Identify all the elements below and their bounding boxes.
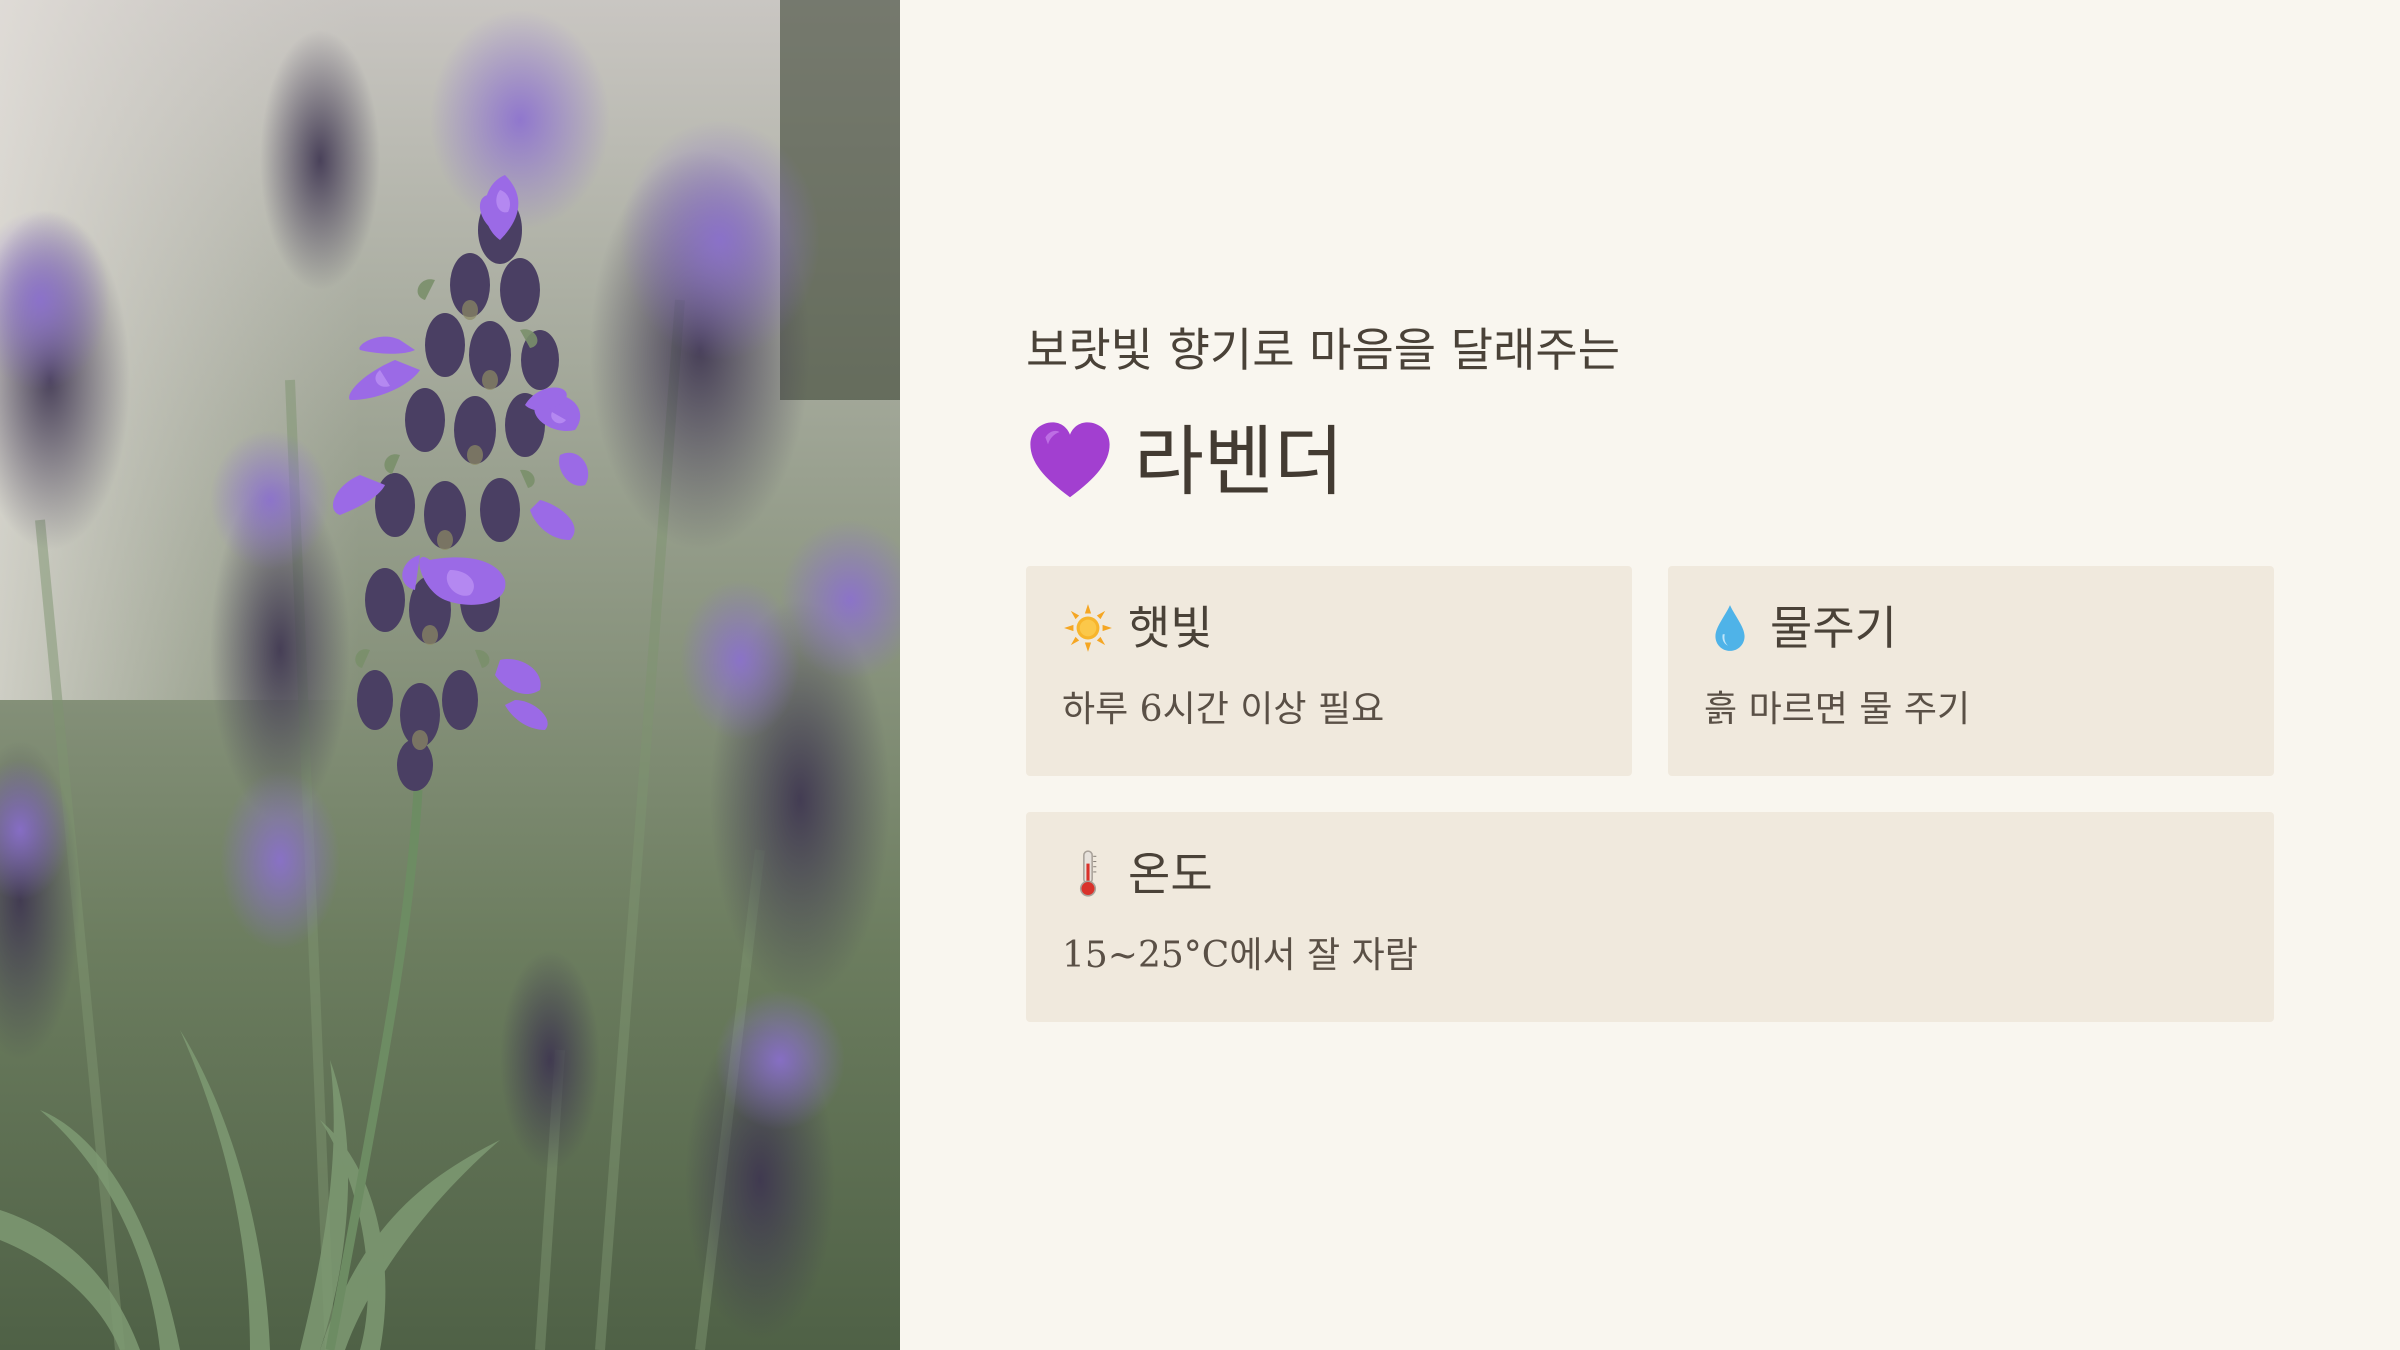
water-drop-icon [1715,605,1745,651]
sunlight-card-header: 햇빛 [1062,596,1213,660]
temperature-title: 온도 [1128,847,1213,901]
page-title: 라벤더 [1134,417,1344,506]
purple-heart-icon [1030,422,1110,498]
lavender-illustration [0,0,900,1350]
content-panel: 보랏빛 향기로 마음을 달래주는 라벤더 햇빛 하루 6시간 이상 필요 물주기… [1026,0,2274,1350]
temperature-card: 온도 15~25°C에서 잘 자람 [1026,812,2274,1022]
thermometer-icon [1079,850,1097,897]
sunlight-title: 햇빛 [1128,601,1213,655]
title-row: 라벤더 [1026,412,1344,512]
lavender-photo [0,0,900,1350]
watering-card: 물주기 흙 마르면 물 주기 [1668,566,2274,776]
sun-icon [1064,604,1112,652]
subtitle: 보랏빛 향기로 마음을 달래주는 [1026,323,1621,377]
watering-title: 물주기 [1770,601,1897,655]
watering-description: 흙 마르면 물 주기 [1704,689,1971,730]
temperature-card-header: 온도 [1062,842,1213,906]
sunlight-card: 햇빛 하루 6시간 이상 필요 [1026,566,1632,776]
temperature-description: 15~25°C에서 잘 자람 [1062,935,1418,976]
sunlight-description: 하루 6시간 이상 필요 [1062,689,1385,730]
watering-card-header: 물주기 [1704,596,1897,660]
